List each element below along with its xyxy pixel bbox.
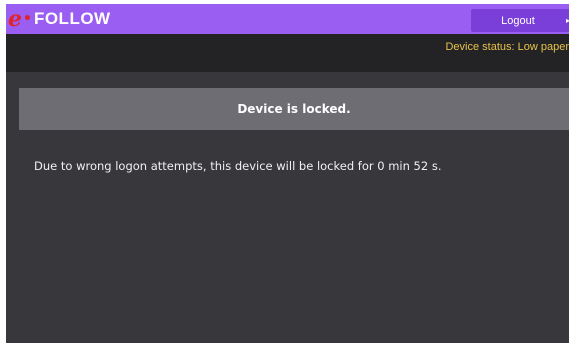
logo-mark: e — [8, 6, 22, 32]
logo-text: FOLLOW — [33, 9, 111, 28]
header-bar: e • FOLLOW Logout ▸ — [6, 4, 569, 34]
status-bar: Device status: Low paper — [6, 34, 569, 72]
lock-banner: Device is locked. — [19, 88, 569, 130]
logout-button[interactable]: Logout ▸ — [471, 9, 569, 32]
logo-dot-icon: • — [23, 11, 32, 27]
efollow-logo: e • FOLLOW — [8, 7, 111, 31]
device-status-text: Device status: Low paper — [445, 41, 569, 53]
lock-message: Due to wrong logon attempts, this device… — [34, 159, 442, 173]
lock-title: Device is locked. — [237, 102, 351, 116]
logout-label: Logout — [501, 14, 535, 27]
app-window: e • FOLLOW Logout ▸ Device status: Low p… — [6, 4, 569, 343]
